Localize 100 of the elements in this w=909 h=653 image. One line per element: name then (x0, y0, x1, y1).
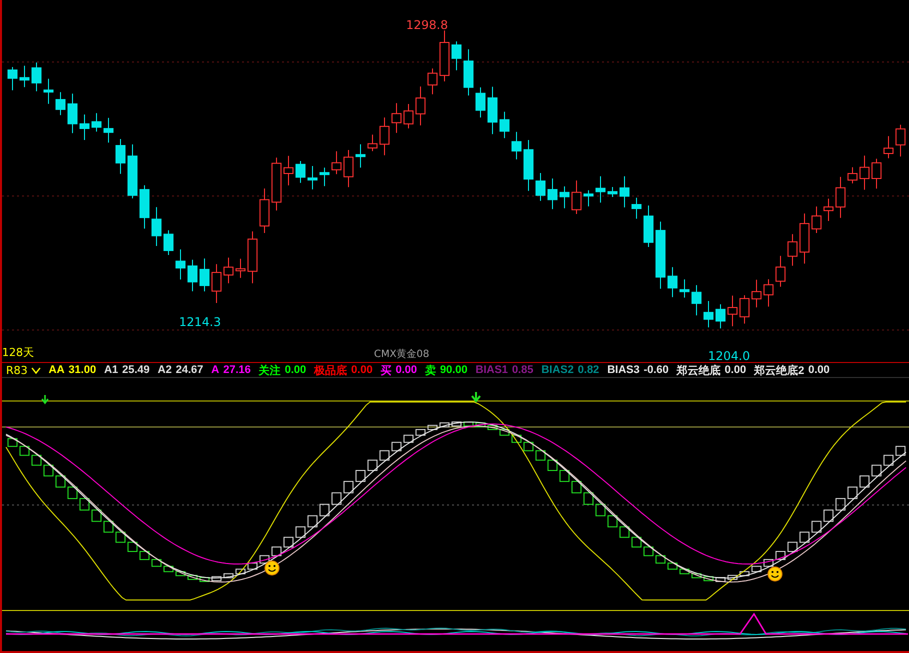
candlestick (176, 248, 186, 280)
candlestick (356, 144, 366, 168)
candlestick (464, 48, 474, 96)
candlestick (488, 86, 498, 135)
candlestick (896, 124, 906, 158)
indicator-label: A (211, 364, 220, 376)
candlestick (380, 117, 390, 156)
candlestick (656, 221, 666, 290)
candlestick (788, 234, 798, 266)
candlestick (836, 176, 846, 218)
candlestick (20, 65, 30, 88)
candlestick (824, 198, 834, 222)
candlestick (812, 206, 822, 234)
candlestick (620, 176, 630, 208)
candlestick (848, 166, 858, 184)
candlestick (512, 131, 522, 160)
candlestick (44, 78, 54, 104)
candlestick (308, 166, 318, 190)
indicator-value: 0.85 (512, 364, 534, 376)
candlestick (884, 136, 894, 159)
candlestick (224, 257, 234, 284)
candlestick (272, 157, 282, 212)
candlestick (716, 304, 726, 329)
candlestick (296, 160, 306, 184)
indicator-label: 郑云绝底 (676, 364, 721, 377)
indicator-label: A2 (158, 364, 172, 376)
candlestick (284, 155, 294, 186)
down-arrow-icon (41, 394, 49, 404)
indicator-value: 0.00 (284, 364, 306, 376)
candlestick (404, 104, 414, 129)
indicator-label: 买 (380, 364, 392, 377)
candlestick (128, 144, 138, 199)
candlestick (572, 180, 582, 214)
candlestick (140, 184, 150, 230)
candlestick (704, 300, 714, 328)
indicator-value: 25.49 (122, 364, 150, 376)
candlestick (668, 266, 678, 298)
indicator-value: 31.00 (68, 364, 96, 376)
indicator-value: 0.00 (724, 364, 746, 376)
indicator-value: 0.00 (396, 364, 417, 376)
candlestick (80, 114, 90, 141)
low-price-label: 1214.3 (179, 315, 221, 329)
candlestick (164, 230, 174, 256)
candlestick (644, 204, 654, 248)
candlestick (416, 86, 426, 126)
candlestick (260, 188, 270, 234)
candlestick (752, 279, 762, 308)
candlestick (56, 92, 66, 116)
indicator-value: 24.67 (176, 364, 204, 376)
candlestick (500, 111, 510, 139)
candlestick (332, 150, 342, 175)
indicator-label: 卖 (425, 364, 436, 377)
candlestick (368, 134, 378, 152)
candlestick (8, 66, 18, 91)
indicator-label: A1 (104, 364, 118, 376)
candlestick (524, 139, 534, 192)
candlestick (452, 40, 462, 71)
low-price-label: 1204.0 (708, 349, 750, 362)
indicator-label: BIAS3 (607, 364, 640, 376)
indicator-label: AA (48, 364, 65, 376)
candlestick (92, 112, 102, 132)
candlestick (764, 278, 774, 308)
candlestick (188, 259, 198, 292)
candlestick (584, 190, 594, 207)
symbol-label: CMX黄金08 (374, 348, 430, 361)
candlestick (476, 86, 486, 118)
candlestick (440, 30, 450, 82)
candlestick (116, 138, 126, 174)
candlestick (320, 167, 330, 187)
candlestick (632, 197, 642, 220)
period-label: 128天 (2, 345, 34, 360)
indicator-value: 90.00 (440, 364, 468, 376)
candlestick (200, 258, 210, 292)
candlestick (692, 284, 702, 316)
candlestick (776, 255, 786, 288)
candlestick (608, 186, 618, 198)
candlestick (248, 230, 258, 284)
candlestick (740, 294, 750, 324)
candlestick (152, 206, 162, 246)
candlestick (536, 172, 546, 202)
indicator-label: BIAS2 (541, 364, 574, 376)
candlestick (548, 178, 558, 210)
indicator-value: 0.82 (578, 364, 600, 376)
candlestick (344, 150, 354, 188)
candlestick (860, 155, 870, 190)
candlestick (32, 62, 42, 92)
indicator-label: 极品底 (314, 364, 348, 377)
candlestick (728, 295, 738, 327)
indicator-value: 27.16 (223, 364, 251, 376)
indicator-selector[interactable]: R83 (6, 364, 41, 376)
candlestick (104, 117, 114, 144)
caret-icon (30, 366, 41, 374)
indicator-value: -0.60 (644, 364, 669, 376)
candlestick (872, 158, 882, 190)
candlestick (392, 102, 402, 134)
candlestick (68, 93, 78, 134)
smiley-icon (768, 566, 782, 582)
indicator-label: 关注 (258, 364, 281, 377)
indicator-label: 郑云绝底2 (754, 364, 804, 377)
high-price-label: 1298.8 (406, 18, 448, 32)
